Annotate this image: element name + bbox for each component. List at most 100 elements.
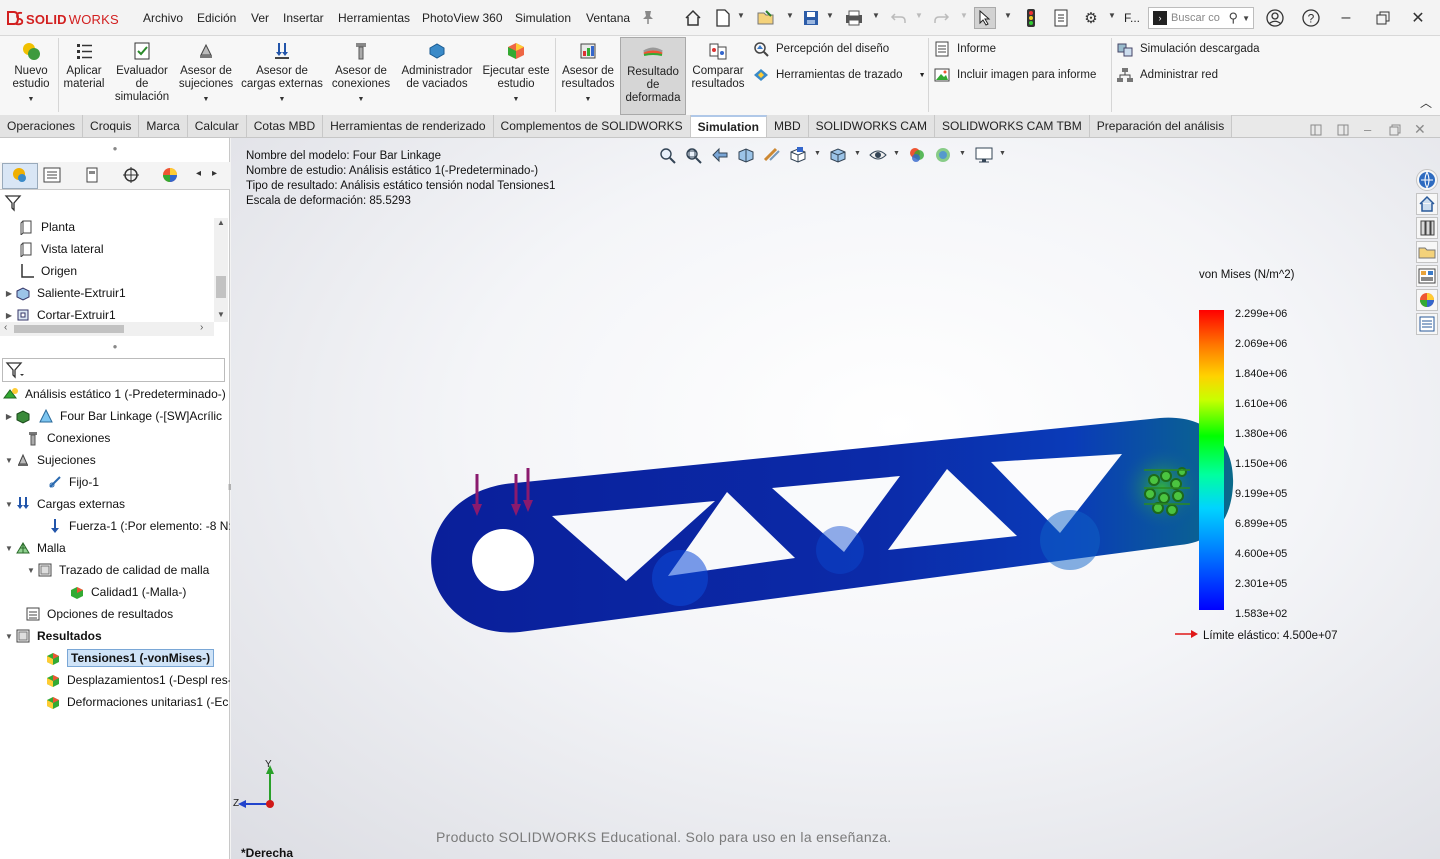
undo-icon[interactable] xyxy=(888,7,910,29)
view-palette-icon[interactable] xyxy=(1416,265,1438,287)
traffic-light-icon[interactable] xyxy=(1020,7,1042,29)
tab-simulation[interactable]: Simulation xyxy=(690,115,767,137)
menu-insertar[interactable]: Insertar xyxy=(283,11,324,25)
tree-item-malla[interactable]: ▼ Malla xyxy=(4,537,66,559)
scrollbar-thumb[interactable] xyxy=(14,325,124,333)
include-image-row[interactable]: Incluir imagen para informe xyxy=(933,65,1096,85)
help-icon[interactable]: ? xyxy=(1297,6,1325,30)
splitter-handle[interactable]: ● xyxy=(0,342,230,354)
chevron-down-icon[interactable]: ▼ xyxy=(1242,14,1253,23)
aplicar-material-button[interactable]: Aplicar material xyxy=(61,40,107,112)
tree-item-four-bar-linkage[interactable]: ▶ Four Bar Linkage (-[SW]Acrílic xyxy=(4,405,222,427)
plot-tools-row[interactable]: Herramientas de trazado ▼ xyxy=(752,65,927,85)
chevron-down-icon[interactable]: ▼ xyxy=(872,11,880,20)
splitter-handle[interactable]: ● xyxy=(0,144,230,156)
chevron-down-icon[interactable]: ▼ xyxy=(915,11,923,20)
chevron-down-icon[interactable]: ▼ xyxy=(358,93,365,106)
chevron-right-icon[interactable]: › xyxy=(200,322,203,333)
select-cursor-icon[interactable] xyxy=(974,7,996,29)
nuevo-estudio-button[interactable]: Nuevo estudio ▼ xyxy=(6,40,56,112)
simulacion-descargada-button[interactable]: Simulación descargada xyxy=(1116,39,1260,59)
menu-herramientas[interactable]: Herramientas xyxy=(338,11,410,25)
manage-network-row[interactable]: Administrar red xyxy=(1116,65,1218,85)
expand-arrow-icon[interactable]: ▶ xyxy=(4,311,14,320)
asesor-cargas-externas-button[interactable]: Asesor de cargas externas ▼ xyxy=(240,40,324,112)
tree-item-cargas-externas[interactable]: ▼ Cargas externas xyxy=(4,493,125,515)
offload-row[interactable]: Simulación descargada xyxy=(1116,39,1260,59)
minimize-icon[interactable]: – xyxy=(1364,122,1371,137)
menu-edicion[interactable]: Edición xyxy=(197,11,236,25)
home-icon[interactable] xyxy=(682,7,704,29)
tree-item-resultados[interactable]: ▼ Resultados xyxy=(4,625,102,647)
tile-left-icon[interactable] xyxy=(1310,124,1322,136)
asesor-conexiones-button[interactable]: Asesor de conexiones ▼ xyxy=(328,40,394,112)
apply-scene-icon[interactable] xyxy=(933,146,953,164)
chevron-down-icon[interactable]: ▼ xyxy=(999,150,1006,157)
tree-item-desplazamientos1[interactable]: Desplazamientos1 (-Despl res- xyxy=(44,669,230,691)
informe-button[interactable]: Informe xyxy=(933,39,996,59)
solidworks-resources-icon[interactable] xyxy=(1416,169,1438,191)
tree-item-origen[interactable]: Origen xyxy=(8,260,77,282)
chevron-down-icon[interactable]: ▼ xyxy=(854,150,861,157)
chevron-down-icon[interactable]: ▼ xyxy=(786,11,794,20)
redo-icon[interactable] xyxy=(930,7,952,29)
appearances-icon[interactable] xyxy=(1416,289,1438,311)
previous-view-icon[interactable] xyxy=(710,146,730,164)
gear-icon[interactable]: ⚙ xyxy=(1080,7,1102,29)
chevron-down-icon[interactable]: ▼ xyxy=(1004,11,1012,20)
tree-item-deformaciones-unitarias1[interactable]: Deformaciones unitarias1 (-Ec xyxy=(44,691,228,713)
chevron-down-icon[interactable]: ▼ xyxy=(826,11,834,20)
edit-appearance-icon[interactable] xyxy=(907,146,927,164)
tab-mbd[interactable]: MBD xyxy=(766,115,809,137)
scrollbar-thumb[interactable] xyxy=(216,276,226,298)
print-icon[interactable] xyxy=(843,7,865,29)
section-view-icon[interactable] xyxy=(736,146,756,164)
view-orientation-icon[interactable] xyxy=(788,146,808,164)
display-style-icon[interactable] xyxy=(828,146,848,164)
zoom-to-fit-icon[interactable] xyxy=(658,146,678,164)
chevron-down-icon[interactable]: ▼ xyxy=(28,93,35,106)
expand-arrow-icon[interactable]: ▶ xyxy=(4,289,14,298)
tile-right-icon[interactable] xyxy=(1337,124,1349,136)
command-search-label[interactable]: F... xyxy=(1124,11,1140,25)
expand-arrow-icon[interactable]: ▼ xyxy=(4,632,14,641)
menu-archivo[interactable]: Archivo xyxy=(143,11,183,25)
tab-complementos[interactable]: Complementos de SOLIDWORKS xyxy=(493,115,691,137)
tab-herramientas-renderizado[interactable]: Herramientas de renderizado xyxy=(323,115,494,137)
tree-item-cortar-extruir1[interactable]: ▶ Cortar-Extruir1 xyxy=(4,304,116,324)
chevron-down-icon[interactable]: ▼ xyxy=(814,150,821,157)
collapse-ribbon-icon[interactable]: ︿ xyxy=(1420,94,1432,111)
administrador-vaciados-button[interactable]: Administrador de vaciados xyxy=(397,40,477,112)
percepcion-diseno-button[interactable]: Percepción del diseño xyxy=(752,39,889,59)
report-row[interactable]: Informe xyxy=(933,39,996,59)
comparar-resultados-button[interactable]: Comparar resultados xyxy=(688,40,748,112)
solidworks-logo[interactable]: SOLID WORKS xyxy=(6,9,119,29)
close-icon[interactable]: ✕ xyxy=(1414,121,1426,138)
tab-marca[interactable]: Marca xyxy=(139,115,188,137)
close-icon[interactable]: ✕ xyxy=(1404,6,1432,30)
chevron-down-icon[interactable]: ▼ xyxy=(919,72,926,79)
view-settings-icon[interactable] xyxy=(974,146,994,164)
menu-photoview[interactable]: PhotoView 360 xyxy=(422,11,503,25)
open-folder-icon[interactable] xyxy=(755,7,777,29)
chevron-down-icon[interactable]: ▼ xyxy=(737,11,745,20)
search-icon[interactable]: ⚲ xyxy=(1229,10,1239,26)
menu-simulation[interactable]: Simulation xyxy=(515,11,571,25)
chevron-down-icon[interactable]: ▼ xyxy=(893,150,900,157)
herramientas-trazado-button[interactable]: Herramientas de trazado ▼ xyxy=(752,65,927,85)
tree-item-sujeciones[interactable]: ▼ Sujeciones xyxy=(4,449,96,471)
custom-properties-icon[interactable] xyxy=(1416,313,1438,335)
dimxpert-icon[interactable] xyxy=(121,166,141,187)
pin-icon[interactable] xyxy=(641,9,655,28)
chevron-down-icon[interactable]: ▼ xyxy=(1108,11,1116,20)
file-explorer-icon[interactable] xyxy=(1416,241,1438,263)
evaluador-simulacion-button[interactable]: Evaluador de simulación xyxy=(110,40,174,112)
chevron-down-icon[interactable]: ▼ xyxy=(585,93,592,106)
hide-show-items-icon[interactable] xyxy=(868,146,888,164)
expand-arrow-icon[interactable]: ▼ xyxy=(4,544,14,553)
zoom-to-area-icon[interactable] xyxy=(684,146,704,164)
study-filter-box[interactable] xyxy=(2,358,225,382)
tree-item-calidad1[interactable]: Calidad1 (-Malla-) xyxy=(58,581,186,603)
display-manager-icon[interactable] xyxy=(160,166,180,187)
tab-preparacion-analisis[interactable]: Preparación del análisis xyxy=(1089,115,1233,137)
